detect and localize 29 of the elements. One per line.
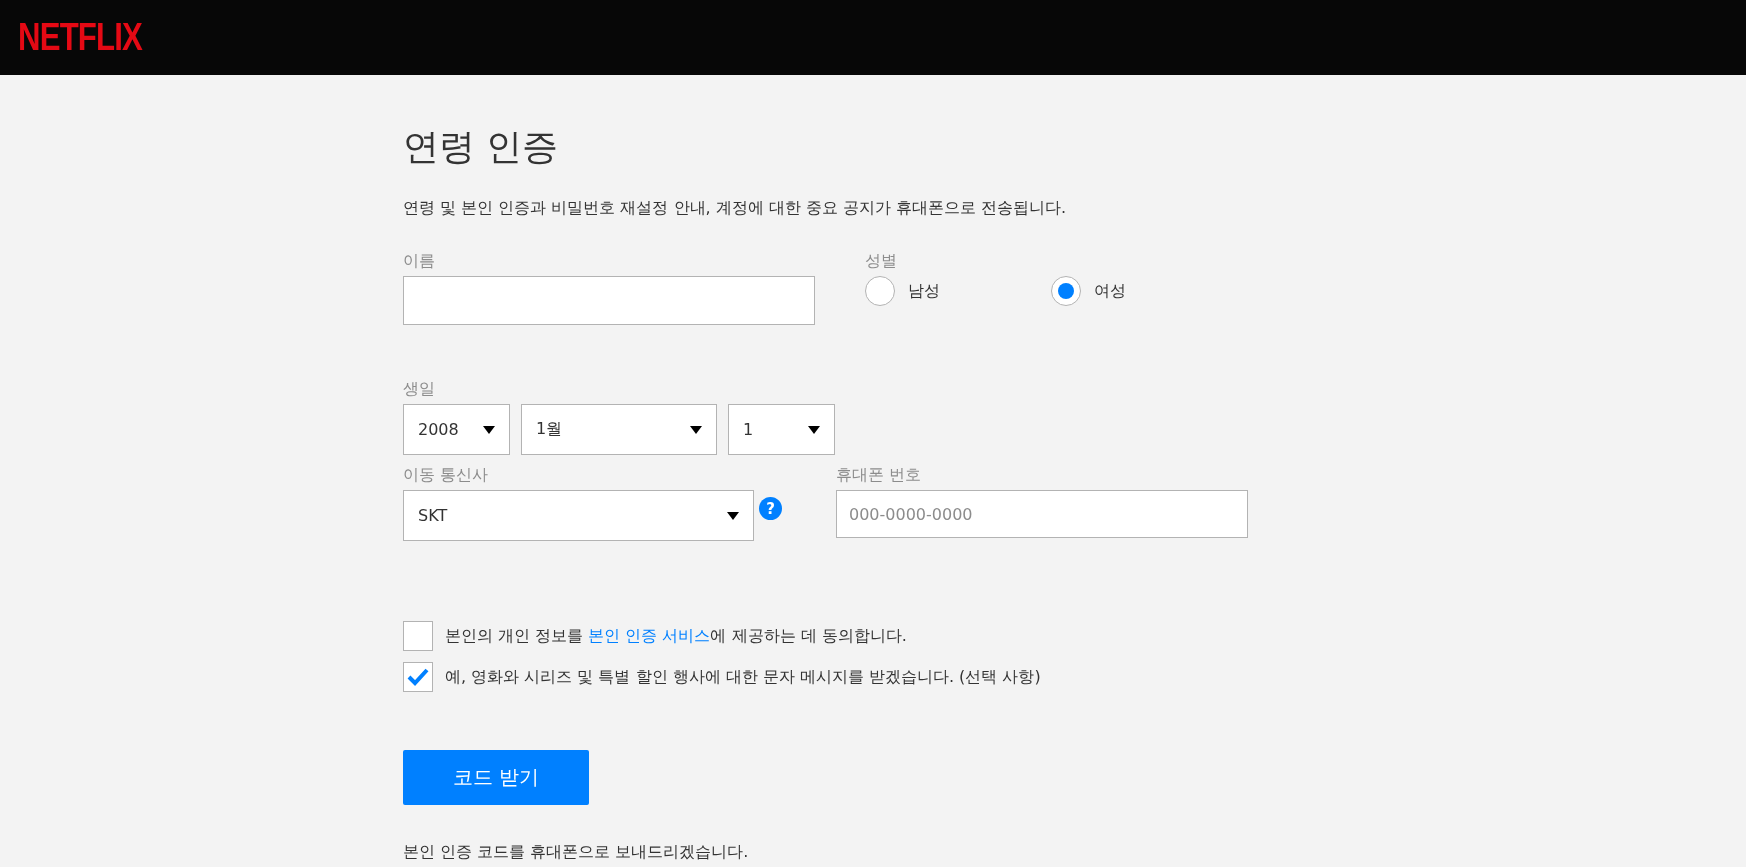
caret-icon: [483, 425, 495, 434]
radio-button[interactable]: [865, 276, 895, 306]
consent-text: 예, 영화와 시리즈 및 특별 할인 행사에 대한 문자 메시지를 받겠습니다. (선택 사항): [445, 666, 1041, 688]
logo[interactable]: NETFLIX: [18, 16, 143, 59]
radio-button[interactable]: [1051, 276, 1081, 306]
field-label: 휴대폰 번호: [836, 465, 923, 486]
consent-text: 본인의 개인 정보를 본인 인증 서비스에 제공하는 데 동의합니다.: [445, 625, 907, 647]
dropdown[interactable]: 1: [728, 404, 835, 455]
caret-icon: [808, 425, 820, 434]
caret-icon: [727, 511, 739, 520]
field-label: 생일: [403, 379, 436, 400]
dropdown[interactable]: 2008: [403, 404, 510, 455]
intro-text: 연령 및 본인 인증과 비밀번호 재설정 안내, 계정에 대한 중요 공지가 휴대폰으로 전송됩니다.: [403, 198, 1068, 219]
name-input[interactable]: [403, 276, 815, 325]
radio-label[interactable]: 여성: [1094, 280, 1126, 302]
dropdown[interactable]: 1월: [521, 404, 717, 455]
radio-label[interactable]: 남성: [908, 280, 940, 302]
phone-input[interactable]: 000-0000-0000: [836, 490, 1248, 538]
help-icon[interactable]: ?: [759, 497, 782, 520]
caret-icon: [690, 425, 702, 434]
page-title: 연령 인증: [403, 125, 560, 169]
field-label: 이름: [403, 251, 436, 272]
field-label: 이동 통신사: [403, 465, 490, 486]
note-text: 본인 인증 코드를 휴대폰으로 보내드리겠습니다.: [403, 842, 750, 863]
field-label: 성별: [865, 251, 898, 272]
checkbox[interactable]: [403, 662, 433, 692]
get-code-button[interactable]: 코드 받기: [403, 750, 589, 805]
checkbox[interactable]: [403, 621, 433, 651]
dropdown[interactable]: SKT: [403, 490, 754, 541]
